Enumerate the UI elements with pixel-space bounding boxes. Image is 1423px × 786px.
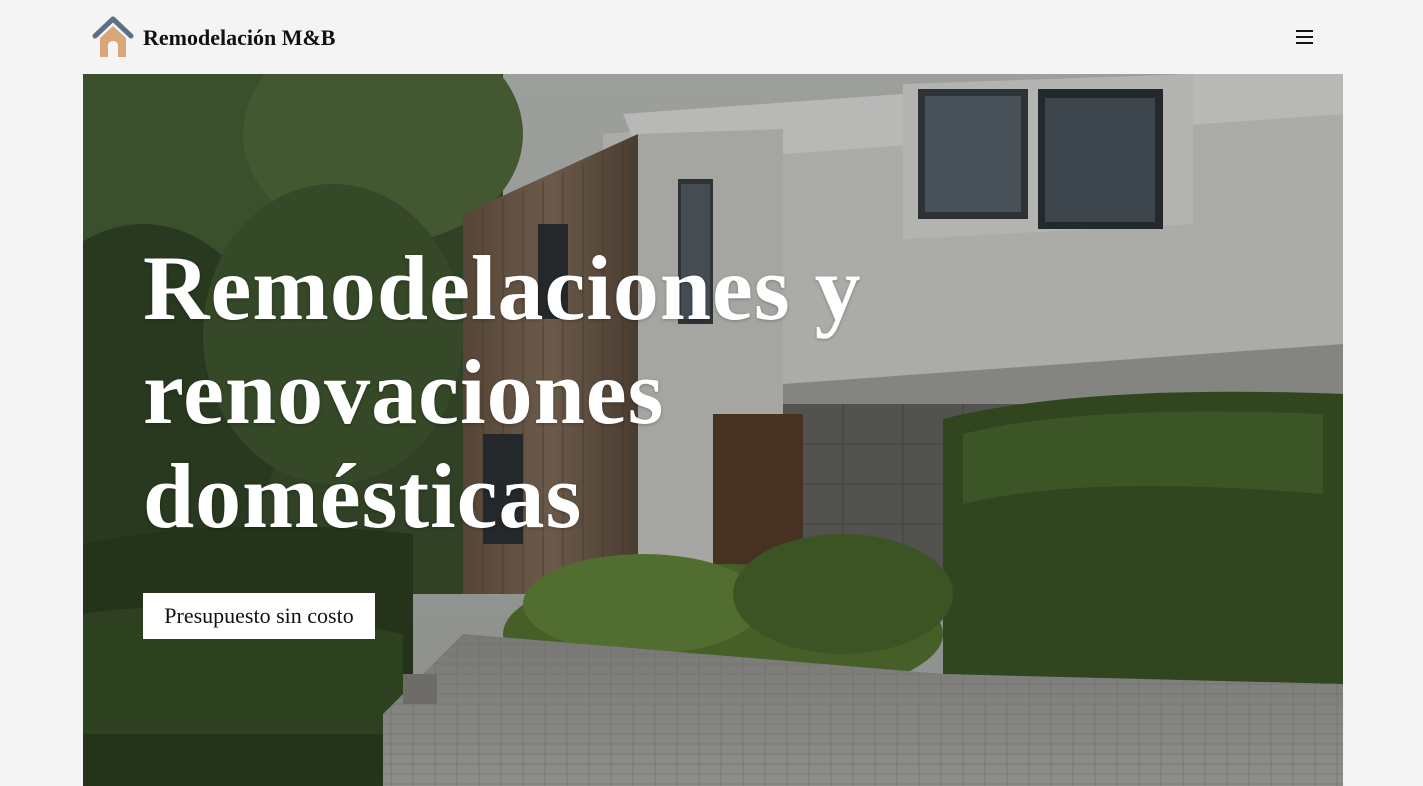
site-header: Remodelación M&B xyxy=(0,0,1423,74)
hamburger-menu-icon[interactable] xyxy=(1290,24,1318,50)
free-quote-button[interactable]: Presupuesto sin costo xyxy=(143,593,375,639)
hero-headline: Remodelaciones y renovaciones domésticas xyxy=(143,237,862,547)
logo-link[interactable]: Remodelación M&B xyxy=(92,16,335,58)
house-icon xyxy=(92,16,134,57)
brand-name: Remodelación M&B xyxy=(143,25,336,50)
hero-section: Remodelaciones y renovaciones domésticas… xyxy=(83,74,1343,786)
